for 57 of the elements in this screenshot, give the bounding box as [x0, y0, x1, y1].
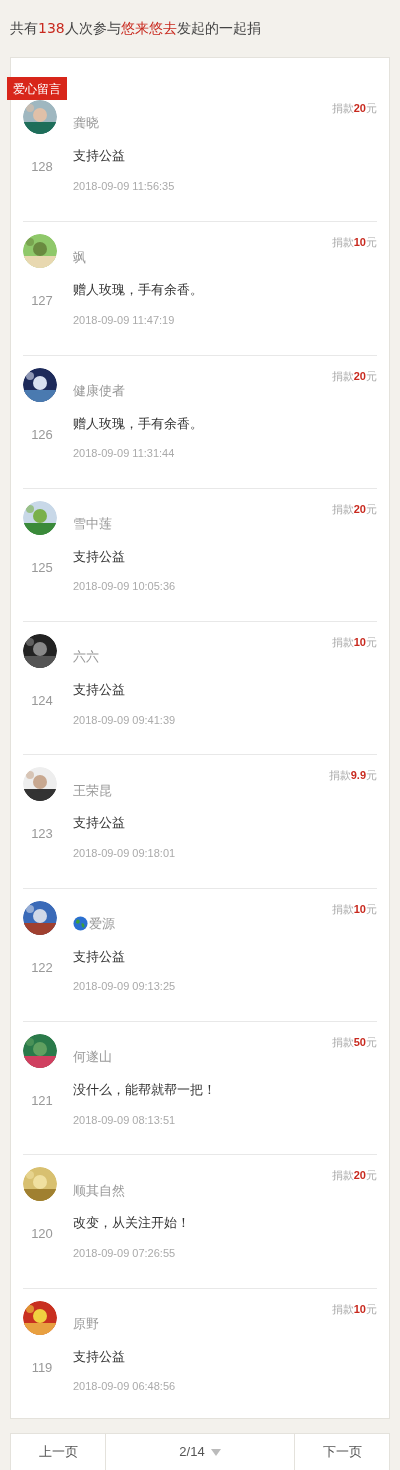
message-text: 支持公益	[73, 547, 126, 566]
message-text: 赠人玫瑰，手有余香。	[73, 281, 203, 300]
rank-number: 122	[30, 958, 54, 977]
rank-number: 126	[30, 425, 54, 444]
donor-name: 原野	[73, 1314, 100, 1333]
rank-number: 120	[30, 1225, 54, 1244]
rank-number: 119	[30, 1358, 54, 1377]
rank-number: 127	[30, 292, 54, 311]
timestamp: 2018-09-09 08:13:51	[73, 1112, 177, 1128]
page-selector[interactable]: 2/14	[105, 1434, 295, 1470]
donation-amount: 捐款10元	[331, 235, 377, 251]
timestamp: 2018-09-09 11:47:19	[73, 312, 176, 328]
caret-icon	[210, 1448, 221, 1456]
rank-number: 121	[30, 1092, 54, 1111]
donor-name: 健康使者	[73, 381, 126, 400]
timestamp: 2018-09-09 10:05:36	[73, 579, 176, 595]
donation-amount: 捐款20元	[331, 1168, 377, 1184]
donor-name: 王荣昆	[73, 781, 113, 800]
donor-name: 何遂山	[73, 1048, 113, 1067]
timestamp: 2018-09-09 07:26:55	[73, 1245, 177, 1261]
donation-amount: 捐款20元	[331, 501, 377, 517]
rank-number: 124	[30, 692, 54, 711]
message-text: 赠人玫瑰，手有余香。	[73, 414, 203, 433]
message-text: 支持公益	[73, 814, 126, 833]
rank-number: 128	[30, 158, 54, 176]
donor-name: 顺其自然	[73, 1181, 126, 1200]
message-text: 支持公益	[73, 147, 126, 165]
timestamp: 2018-09-09 06:48:56	[73, 1379, 176, 1395]
donation-amount: 捐款10元	[331, 1301, 377, 1317]
donation-amount: 捐款9.9元	[328, 768, 377, 784]
donor-name: 六六	[73, 648, 100, 667]
message-text: 改变，从关注开始！	[73, 1214, 190, 1233]
donor-name: 飒	[73, 248, 87, 267]
message-text: 支持公益	[73, 1347, 126, 1366]
message-text: 没什么，能帮就帮一把！	[73, 1081, 216, 1100]
donation-amount: 捐款20元	[331, 368, 377, 384]
donor-name: 雪中莲	[73, 515, 113, 533]
previous-page-button[interactable]: 上一页	[11, 1434, 105, 1470]
next-page-button[interactable]: 下一页	[295, 1434, 389, 1470]
timestamp: 2018-09-09 11:56:35	[73, 178, 175, 194]
rank-number: 125	[30, 558, 54, 577]
timestamp: 2018-09-09 09:13:25	[73, 979, 176, 995]
timestamp: 2018-09-09 09:18:01	[73, 846, 176, 861]
globe-icon	[73, 916, 88, 932]
donation-amount: 捐款10元	[331, 635, 377, 651]
rank-number: 123	[30, 825, 54, 844]
summary-text: 共有138人次参与悠来悠去发起的一起捐	[10, 19, 261, 38]
message-text: 支持公益	[73, 947, 126, 966]
donation-amount: 捐款10元	[331, 901, 377, 917]
donor-name: 龚晓	[73, 114, 100, 132]
donor-name: 爱源	[73, 914, 176, 933]
timestamp: 2018-09-09 09:41:39	[73, 712, 176, 728]
donation-amount: 捐款50元	[331, 1035, 377, 1051]
donation-amount: 捐款20元	[331, 101, 377, 116]
tag-label: 爱心留言	[7, 77, 67, 100]
message-text: 支持公益	[73, 681, 126, 700]
timestamp: 2018-09-09 11:31:44	[73, 446, 176, 462]
